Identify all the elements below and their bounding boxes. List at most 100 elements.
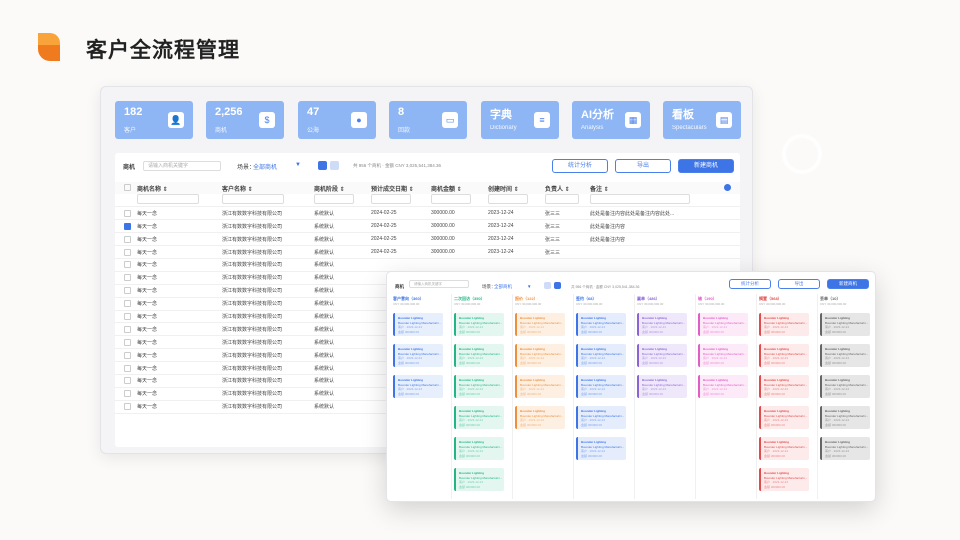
kanban-export-button[interactable]: 导出 — [778, 279, 820, 289]
table-row[interactable]: 每天一念 浙江有数数字科技有限公司 系统默认 2024-02-25 300000.00 2… — [115, 206, 740, 221]
row-checkbox[interactable] — [124, 390, 131, 398]
decorative-ring — [782, 134, 822, 174]
kanban-list-view-icon[interactable] — [544, 282, 551, 289]
row-checkbox[interactable] — [124, 364, 131, 372]
kanban-card[interactable]: Bounder Lighting Bounder Lighting Manufa… — [698, 313, 748, 336]
row-checkbox[interactable] — [124, 338, 131, 346]
kanban-card[interactable]: Bounder Lighting Bounder Lighting Manufa… — [759, 437, 809, 460]
stat-card[interactable]: 8 回款 ▭ — [389, 101, 467, 139]
kanban-card[interactable]: Bounder Lighting Bounder Lighting Manufa… — [454, 437, 504, 460]
kanban-card[interactable]: Bounder Lighting Bounder Lighting Manufa… — [515, 406, 565, 429]
row-checkbox[interactable] — [124, 325, 131, 333]
column-header[interactable]: 预计成交日期 ⇕ — [371, 182, 431, 194]
kanban-card[interactable]: Bounder Lighting Bounder Lighting Manufa… — [576, 313, 626, 336]
kanban-scene-select[interactable]: 全部商机 — [494, 284, 512, 290]
column-filter-input[interactable] — [222, 194, 284, 205]
kanban-card[interactable]: Bounder Lighting Bounder Lighting Manufa… — [759, 406, 809, 429]
kanban-card[interactable]: Bounder Lighting Bounder Lighting Manufa… — [759, 468, 809, 491]
kanban-card[interactable]: Bounder Lighting Bounder Lighting Manufa… — [515, 313, 565, 336]
stat-card[interactable]: 看板 Spectaculars ▤ — [663, 101, 741, 139]
kanban-card[interactable]: Bounder Lighting Bounder Lighting Manufa… — [759, 313, 809, 336]
kanban-card[interactable]: Bounder Lighting Bounder Lighting Manufa… — [759, 344, 809, 367]
select-all[interactable] — [115, 182, 137, 194]
row-checkbox[interactable] — [124, 377, 131, 385]
kanban-card[interactable]: Bounder Lighting Bounder Lighting Manufa… — [637, 344, 687, 367]
column-header[interactable]: 创建时间 ⇕ — [488, 182, 545, 194]
stat-card[interactable]: 2,256 商机 $ — [206, 101, 284, 139]
column-filter-input[interactable] — [545, 194, 579, 205]
kanban-card[interactable]: Bounder Lighting Bounder Lighting Manufa… — [454, 344, 504, 367]
row-checkbox[interactable] — [124, 287, 131, 295]
kanban-card[interactable]: Bounder Lighting Bounder Lighting Manufa… — [820, 313, 870, 336]
column-header[interactable]: 客户名称 ⇕ — [222, 182, 314, 194]
kanban-card[interactable]: Bounder Lighting Bounder Lighting Manufa… — [820, 437, 870, 460]
column-header[interactable]: 商机阶段 ⇕ — [314, 182, 371, 194]
row-checkbox[interactable] — [124, 300, 131, 308]
kanban-card[interactable]: Bounder Lighting Bounder Lighting Manufa… — [576, 375, 626, 398]
column-header[interactable]: 备注 ⇕ — [590, 182, 740, 194]
column-filter-input[interactable] — [137, 194, 199, 205]
kanban-card[interactable]: Bounder Lighting Bounder Lighting Manufa… — [393, 313, 443, 336]
stat-card[interactable]: 字典 Dictionary ≡ — [481, 101, 559, 139]
kanban-card[interactable]: Bounder Lighting Bounder Lighting Manufa… — [637, 375, 687, 398]
kanban-search-input[interactable]: 请输入商机关键字 — [409, 280, 469, 288]
column-filter-input[interactable] — [488, 194, 528, 205]
kanban-card[interactable]: Bounder Lighting Bounder Lighting Manufa… — [576, 437, 626, 460]
kanban-card[interactable]: Bounder Lighting Bounder Lighting Manufa… — [759, 375, 809, 398]
stat-card[interactable]: 182 客户 👤 — [115, 101, 193, 139]
row-checkbox[interactable] — [124, 351, 131, 359]
table-cell: 浙江有数数字科技有限公司 — [222, 310, 314, 324]
scene-select[interactable]: 全部商机 — [253, 162, 277, 171]
table-cell — [590, 258, 740, 272]
column-filter-input[interactable] — [371, 194, 411, 205]
kanban-card[interactable]: Bounder Lighting Bounder Lighting Manufa… — [454, 313, 504, 336]
kanban-view-icon[interactable] — [330, 161, 339, 170]
kanban-new-button[interactable]: 新建商机 — [827, 279, 869, 289]
table-row[interactable]: 每天一念 浙江有数数字科技有限公司 系统默认 2024-02-25 300000.00 2… — [115, 245, 740, 259]
row-checkbox[interactable] — [124, 248, 131, 256]
kanban-card[interactable]: Bounder Lighting Bounder Lighting Manufa… — [515, 344, 565, 367]
kanban-board-view-icon[interactable] — [554, 282, 561, 289]
kanban-card[interactable]: Bounder Lighting Bounder Lighting Manufa… — [576, 406, 626, 429]
kanban-card[interactable]: Bounder Lighting Bounder Lighting Manufa… — [454, 406, 504, 429]
row-checkbox[interactable] — [124, 222, 131, 230]
column-filter-input[interactable] — [314, 194, 354, 205]
new-opportunity-button[interactable]: 新建商机 — [678, 159, 734, 173]
kanban-card[interactable]: Bounder Lighting Bounder Lighting Manufa… — [393, 344, 443, 367]
column-header[interactable]: 负责人 ⇕ — [545, 182, 590, 194]
row-checkbox[interactable] — [124, 235, 131, 243]
table-row[interactable]: 每天一念 浙江有数数字科技有限公司 系统默认 — [115, 258, 740, 272]
kanban-card[interactable]: Bounder Lighting Bounder Lighting Manufa… — [393, 375, 443, 398]
kanban-card[interactable]: Bounder Lighting Bounder Lighting Manufa… — [820, 375, 870, 398]
row-checkbox[interactable] — [124, 209, 131, 217]
export-button[interactable]: 导出 — [615, 159, 671, 173]
kanban-stats-button[interactable]: 统计分析 — [729, 279, 771, 289]
kanban-card[interactable]: Bounder Lighting Bounder Lighting Manufa… — [515, 375, 565, 398]
list-view-icon[interactable] — [318, 161, 327, 170]
column-filter-input[interactable] — [590, 194, 690, 205]
kanban-card[interactable]: Bounder Lighting Bounder Lighting Manufa… — [637, 313, 687, 336]
table-row[interactable]: 每天一念 浙江有数数字科技有限公司 系统默认 2024-02-25 300000.00 2… — [115, 219, 740, 234]
column-settings-icon[interactable] — [724, 184, 731, 191]
row-checkbox[interactable] — [124, 403, 131, 411]
row-checkbox[interactable] — [124, 312, 131, 320]
kanban-card[interactable]: Bounder Lighting Bounder Lighting Manufa… — [698, 344, 748, 367]
column-filter-input[interactable] — [431, 194, 471, 205]
search-input[interactable]: 请输入商机关键字 — [143, 161, 221, 171]
row-checkbox[interactable] — [124, 261, 131, 269]
column-header[interactable]: 商机名称 ⇕ — [137, 182, 222, 194]
kanban-card[interactable]: Bounder Lighting Bounder Lighting Manufa… — [698, 375, 748, 398]
kanban-card[interactable]: Bounder Lighting Bounder Lighting Manufa… — [576, 344, 626, 367]
stats-button[interactable]: 统计分析 — [552, 159, 608, 173]
kanban-card[interactable]: Bounder Lighting Bounder Lighting Manufa… — [454, 468, 504, 491]
kanban-card[interactable]: Bounder Lighting Bounder Lighting Manufa… — [820, 344, 870, 367]
stat-card[interactable]: 47 公海 ● — [298, 101, 376, 139]
table-row[interactable]: 每天一念 浙江有数数字科技有限公司 系统默认 2024-02-25 300000.00 2… — [115, 232, 740, 247]
kanban-filter-icon[interactable]: ▼ — [527, 284, 531, 289]
column-header[interactable]: 商机金额 ⇕ — [431, 182, 488, 194]
kanban-card[interactable]: Bounder Lighting Bounder Lighting Manufa… — [454, 375, 504, 398]
row-checkbox[interactable] — [124, 274, 131, 282]
stat-card[interactable]: AI分析 Analysis ▦ — [572, 101, 650, 139]
filter-icon[interactable]: ▼ — [295, 162, 301, 168]
kanban-card[interactable]: Bounder Lighting Bounder Lighting Manufa… — [820, 406, 870, 429]
